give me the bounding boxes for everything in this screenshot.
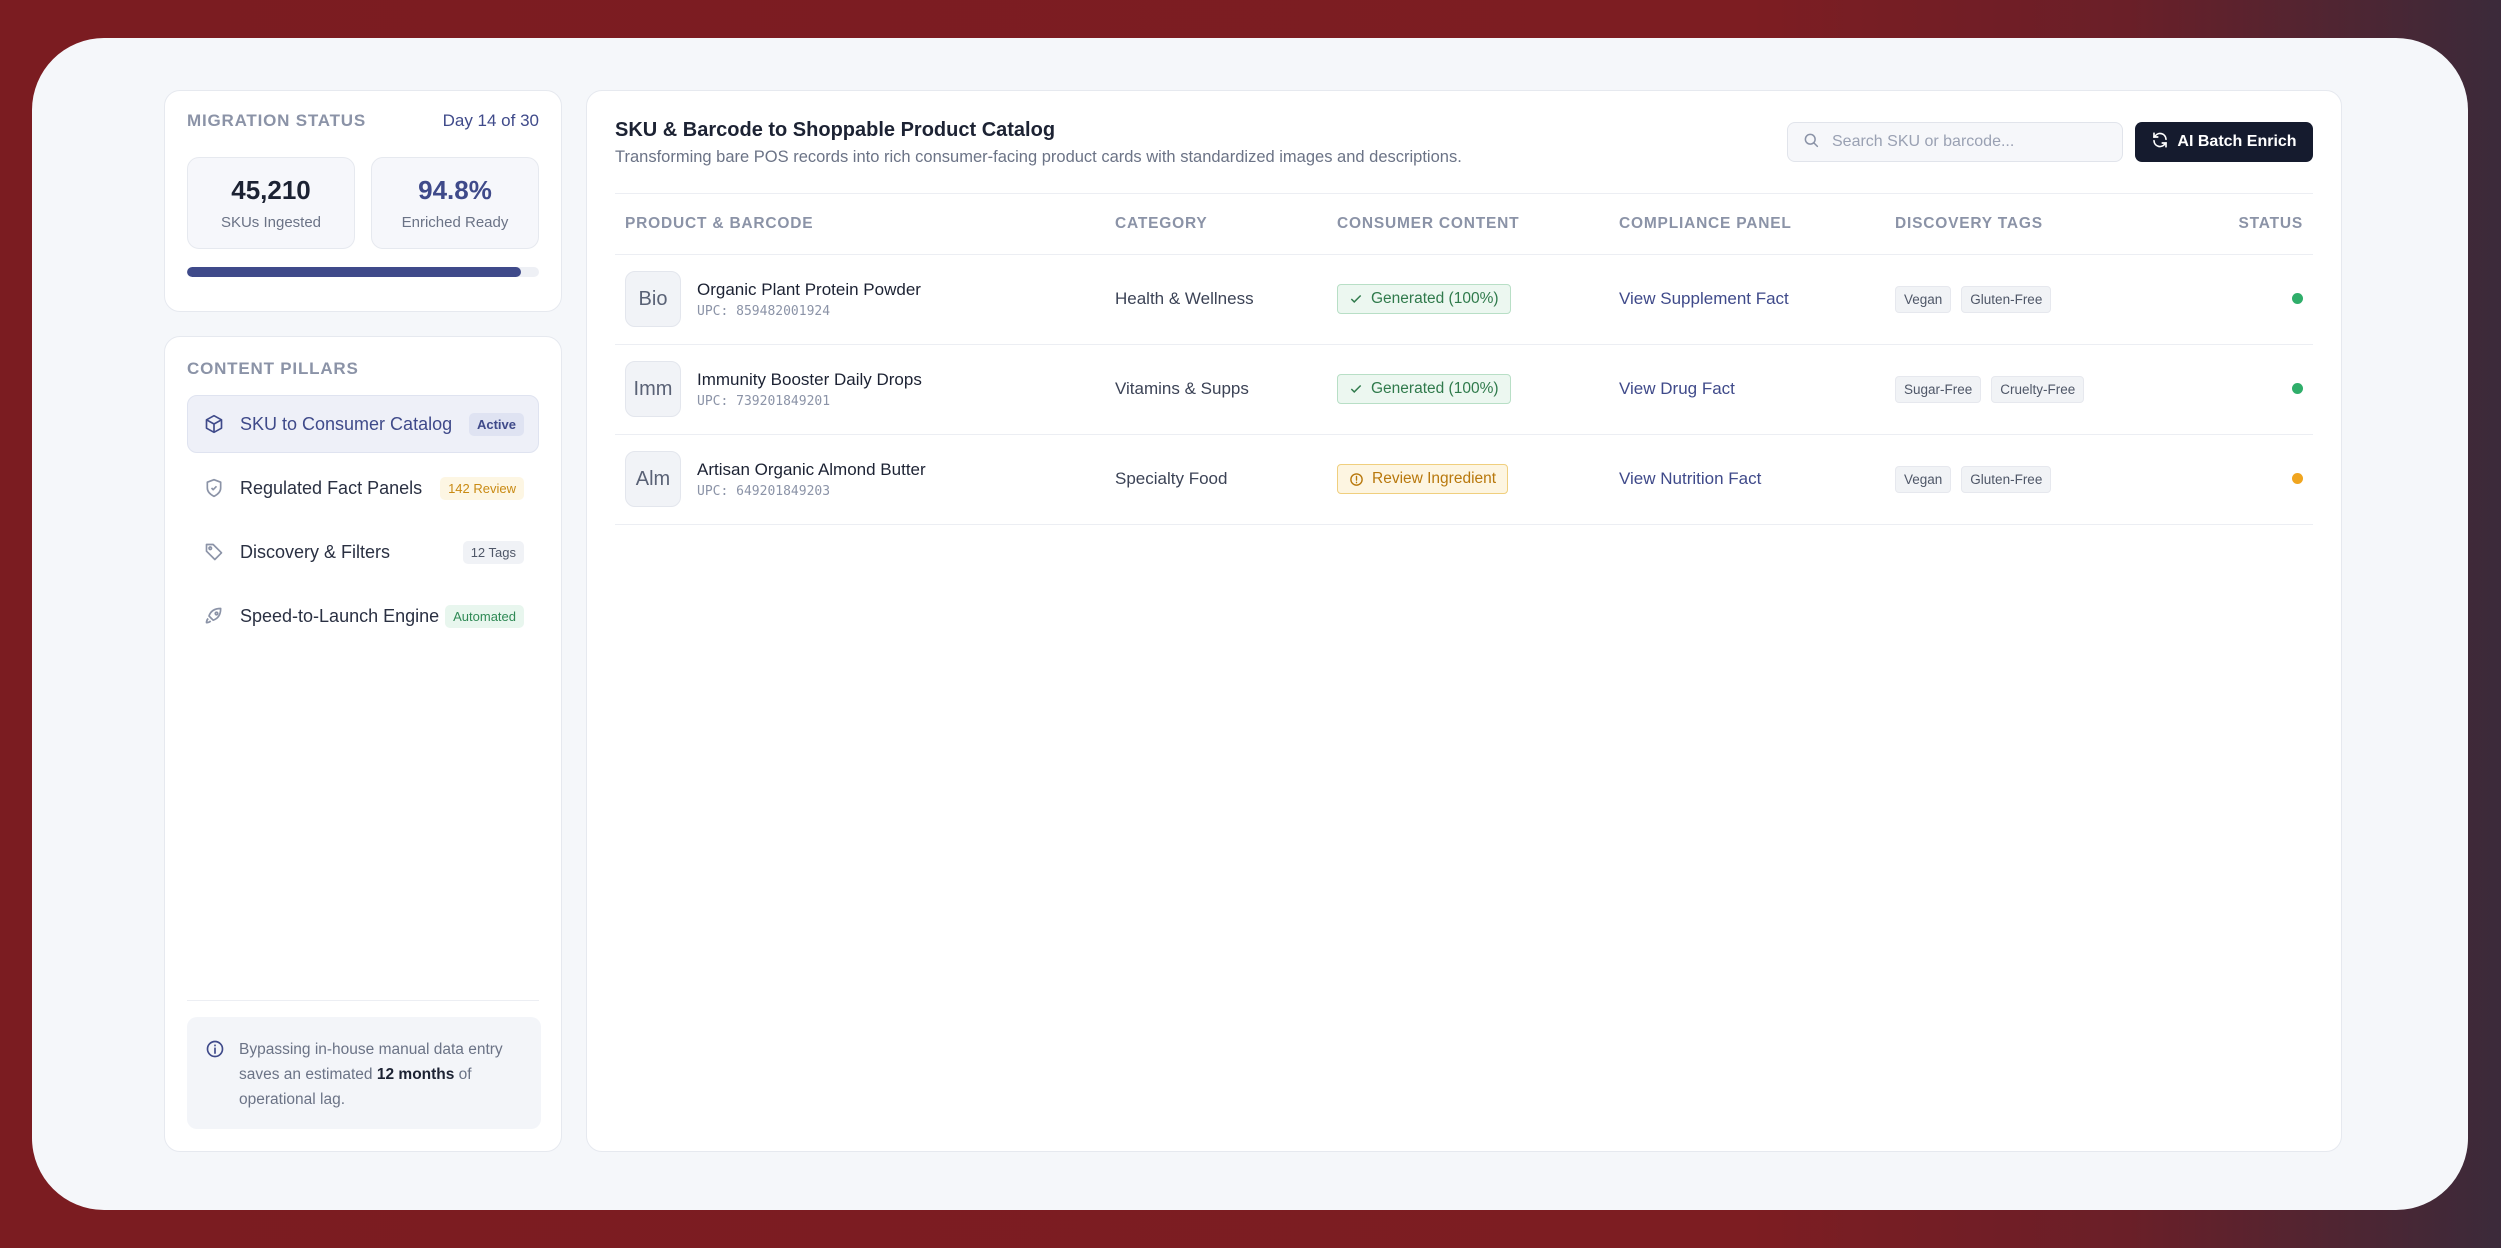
sidebar: MIGRATION STATUS Day 14 of 30 45,210 SKU… [164, 90, 562, 1152]
migration-progress-bar [187, 267, 539, 277]
check-icon [1350, 294, 1362, 303]
discovery-tag: Sugar-Free [1895, 375, 1982, 403]
compliance-panel-link[interactable]: View Nutrition Fact [1619, 469, 1761, 488]
column-header-compliance-panel[interactable]: COMPLIANCE PANEL [1609, 194, 1885, 255]
enriched-ready-label: Enriched Ready [401, 214, 509, 231]
discovery-tag: Cruelty-Free [1991, 375, 2085, 403]
content-pillars-card: CONTENT PILLARS SKU to Consumer Catalog … [164, 336, 562, 1152]
compliance-panel-link[interactable]: View Supplement Fact [1619, 289, 1789, 308]
ai-batch-enrich-button[interactable]: AI Batch Enrich [2135, 122, 2313, 162]
product-name: Artisan Organic Almond Butter [697, 459, 926, 479]
catalog-panel: SKU & Barcode to Shoppable Product Catal… [586, 90, 2342, 1152]
product-name: Organic Plant Protein Powder [697, 279, 921, 299]
consumer-content-badge: Generated (100%) [1337, 284, 1511, 314]
savings-note: Bypassing in-house manual data entry sav… [187, 1017, 541, 1129]
pillar-badge: 142 Review [440, 476, 524, 500]
product-upc: UPC: 859482001924 [697, 303, 831, 319]
search-box[interactable] [1787, 122, 2123, 162]
pillar-label: Speed-to-Launch Engine [240, 605, 440, 626]
page-subtitle: Transforming bare POS records into rich … [615, 148, 1462, 166]
product-category: Vitamins & Supps [1105, 344, 1327, 435]
pillar-badge: 12 Tags [462, 540, 524, 564]
box-icon [202, 412, 226, 436]
tag-icon [202, 540, 226, 564]
page-title: SKU & Barcode to Shoppable Product Catal… [615, 119, 1056, 141]
pillar-regulated-fact-panels[interactable]: Regulated Fact Panels 142 Review [187, 459, 539, 517]
product-thumbnail: Alm [625, 451, 681, 507]
product-table: PRODUCT & BARCODE CATEGORY CONSUMER CONT… [615, 194, 2313, 525]
info-icon [205, 1039, 227, 1109]
column-header-product[interactable]: PRODUCT & BARCODE [615, 194, 1105, 255]
table-row[interactable]: Bio Organic Plant Protein Powder UPC: 85… [615, 254, 2313, 345]
shield-icon [202, 476, 226, 500]
pillar-badge: Automated [445, 604, 524, 628]
status-dot [2292, 383, 2303, 394]
consumer-content-badge: Generated (100%) [1337, 374, 1511, 404]
product-category: Health & Wellness [1105, 254, 1327, 345]
day-counter: Day 14 of 30 [442, 111, 539, 130]
skus-ingested-stat: 45,210 SKUs Ingested [187, 157, 355, 249]
check-icon [1350, 384, 1362, 393]
pillar-label: SKU to Consumer Catalog [240, 413, 453, 434]
column-header-discovery-tags[interactable]: DISCOVERY TAGS [1885, 194, 2185, 255]
enriched-ready-value: 94.8% [418, 175, 492, 205]
discovery-tag: Vegan [1895, 465, 1952, 493]
discovery-tag: Vegan [1895, 285, 1952, 313]
migration-status-title: MIGRATION STATUS [187, 111, 367, 130]
status-dot [2292, 473, 2303, 484]
consumer-content-badge: Review Ingredient [1337, 464, 1509, 494]
search-input[interactable] [1832, 133, 2108, 151]
content-pillars-title: CONTENT PILLARS [187, 359, 359, 378]
pillar-discovery-filters[interactable]: Discovery & Filters 12 Tags [187, 523, 539, 581]
rocket-icon [202, 604, 226, 628]
product-upc: UPC: 649201849203 [697, 483, 831, 499]
migration-status-card: MIGRATION STATUS Day 14 of 30 45,210 SKU… [164, 90, 562, 312]
table-row[interactable]: Imm Immunity Booster Daily Drops UPC: 73… [615, 344, 2313, 435]
table-row[interactable]: Alm Artisan Organic Almond Butter UPC: 6… [615, 434, 2313, 525]
compliance-panel-link[interactable]: View Drug Fact [1619, 379, 1735, 398]
pillar-speed-to-launch-engine[interactable]: Speed-to-Launch Engine Automated [187, 587, 539, 645]
enriched-ready-stat: 94.8% Enriched Ready [371, 157, 539, 249]
product-name: Immunity Booster Daily Drops [697, 369, 922, 389]
product-thumbnail: Bio [625, 271, 681, 327]
refresh-icon [2151, 131, 2169, 154]
discovery-tag: Gluten-Free [1961, 285, 2052, 313]
migration-progress-fill [187, 267, 521, 277]
column-header-consumer-content[interactable]: CONSUMER CONTENT [1327, 194, 1609, 255]
search-icon [1802, 131, 1820, 154]
product-upc: UPC: 739201849201 [697, 393, 831, 409]
column-header-category[interactable]: CATEGORY [1105, 194, 1327, 255]
skus-ingested-value: 45,210 [231, 175, 311, 205]
divider [187, 1000, 539, 1001]
pillar-label: Regulated Fact Panels [240, 477, 423, 498]
status-dot [2292, 293, 2303, 304]
ai-batch-enrich-label: AI Batch Enrich [2177, 133, 2297, 150]
alert-circle-icon [1350, 472, 1363, 486]
savings-note-text: Bypassing in-house manual data entry sav… [239, 1041, 503, 1108]
discovery-tag: Gluten-Free [1961, 465, 2052, 493]
pillar-sku-to-consumer-catalog[interactable]: SKU to Consumer Catalog Active [187, 395, 539, 453]
pillar-badge: Active [468, 412, 524, 436]
product-thumbnail: Imm [625, 361, 681, 417]
column-header-status[interactable]: STATUS [2185, 194, 2313, 255]
product-category: Specialty Food [1105, 434, 1327, 525]
skus-ingested-label: SKUs Ingested [220, 214, 322, 231]
table-header-row: PRODUCT & BARCODE CATEGORY CONSUMER CONT… [615, 194, 2313, 255]
pillar-label: Discovery & Filters [240, 541, 391, 562]
